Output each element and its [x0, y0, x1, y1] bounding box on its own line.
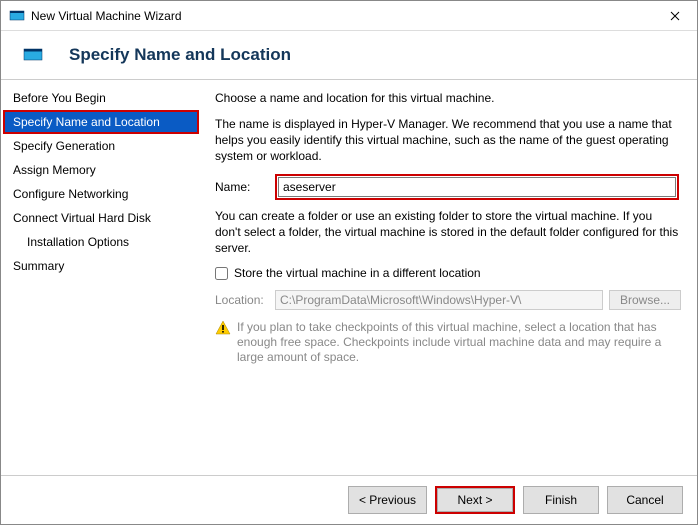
- finish-button[interactable]: Finish: [523, 486, 599, 514]
- different-location-row: Store the virtual machine in a different…: [215, 266, 681, 280]
- next-button[interactable]: Next >: [437, 488, 513, 512]
- description-text: The name is displayed in Hyper-V Manager…: [215, 116, 681, 164]
- warning-row: If you plan to take checkpoints of this …: [215, 320, 681, 365]
- step-assign-memory[interactable]: Assign Memory: [3, 158, 199, 182]
- wizard-footer: < Previous Next > Finish Cancel: [1, 475, 697, 524]
- titlebar: New Virtual Machine Wizard: [1, 1, 697, 31]
- wizard-body: Before You Begin Specify Name and Locati…: [1, 79, 697, 475]
- step-connect-virtual-hard-disk[interactable]: Connect Virtual Hard Disk: [3, 206, 199, 230]
- wizard-steps-sidebar: Before You Begin Specify Name and Locati…: [1, 80, 201, 475]
- browse-button: Browse...: [609, 290, 681, 310]
- next-button-highlight: Next >: [435, 486, 515, 514]
- name-label: Name:: [215, 180, 275, 194]
- location-label: Location:: [215, 293, 275, 307]
- step-summary[interactable]: Summary: [3, 254, 199, 278]
- wizard-window: New Virtual Machine Wizard Specify Name …: [0, 0, 698, 525]
- step-specify-generation[interactable]: Specify Generation: [3, 134, 199, 158]
- close-button[interactable]: [652, 1, 697, 31]
- name-row: Name:: [215, 174, 681, 200]
- name-input-highlight: [275, 174, 679, 200]
- step-installation-options[interactable]: Installation Options: [3, 230, 199, 254]
- different-location-label: Store the virtual machine in a different…: [234, 266, 481, 280]
- name-input[interactable]: [278, 177, 676, 197]
- wizard-main-panel: Choose a name and location for this virt…: [201, 80, 697, 475]
- location-input: [275, 290, 603, 310]
- step-configure-networking[interactable]: Configure Networking: [3, 182, 199, 206]
- page-heading: Specify Name and Location: [69, 45, 291, 65]
- window-title: New Virtual Machine Wizard: [31, 9, 652, 23]
- wizard-header: Specify Name and Location: [1, 31, 697, 79]
- step-specify-name-location[interactable]: Specify Name and Location: [3, 110, 199, 134]
- location-row: Location: Browse...: [215, 290, 681, 310]
- intro-text: Choose a name and location for this virt…: [215, 90, 681, 106]
- warning-text: If you plan to take checkpoints of this …: [237, 320, 681, 365]
- app-icon: [9, 8, 25, 24]
- vm-icon: [23, 45, 43, 65]
- folder-description-text: You can create a folder or use an existi…: [215, 208, 681, 256]
- different-location-checkbox[interactable]: [215, 267, 228, 280]
- cancel-button[interactable]: Cancel: [607, 486, 683, 514]
- previous-button[interactable]: < Previous: [348, 486, 427, 514]
- step-before-you-begin[interactable]: Before You Begin: [3, 86, 199, 110]
- warning-icon: [215, 320, 231, 336]
